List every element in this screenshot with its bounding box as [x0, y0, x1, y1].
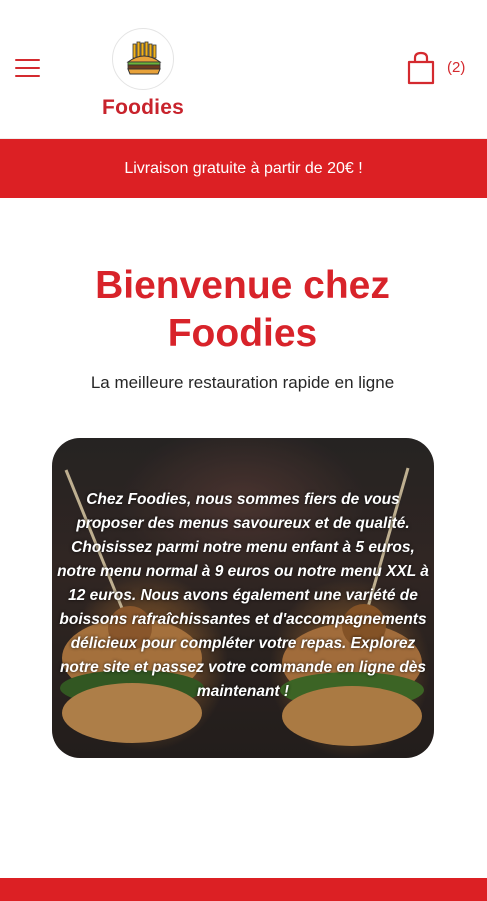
menu-line	[15, 67, 40, 70]
footer-bar	[0, 878, 487, 901]
site-logo[interactable]: Foodies	[96, 26, 190, 126]
brand-name: Foodies	[102, 96, 184, 119]
cart-button[interactable]: (2)	[404, 51, 474, 87]
menu-line	[15, 59, 40, 62]
hamburger-menu-icon[interactable]	[15, 58, 41, 80]
hero-card: Chez Foodies, nous sommes fiers de vous …	[52, 438, 434, 758]
hero-description: Chez Foodies, nous sommes fiers de vous …	[57, 491, 429, 700]
promo-text: Livraison gratuite à partir de 20€ !	[124, 159, 363, 177]
logo-circle	[112, 28, 174, 90]
page-title: Bienvenue chez Foodies	[95, 264, 390, 355]
cart-count: (2)	[447, 59, 466, 76]
menu-line	[15, 75, 40, 78]
burger-fries-logo-icon	[126, 41, 162, 75]
promo-banner: Livraison gratuite à partir de 20€ !	[0, 139, 487, 198]
page-subtitle: La meilleure restauration rapide en lign…	[90, 373, 395, 392]
site-header: Foodies (2)	[0, 0, 487, 139]
shopping-bag-icon	[407, 51, 435, 85]
